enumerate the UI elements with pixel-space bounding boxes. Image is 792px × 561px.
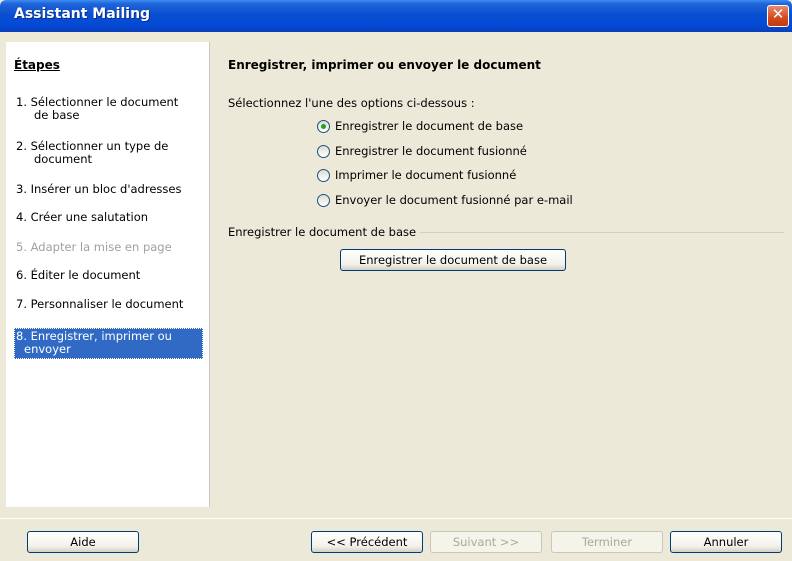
footer-divider <box>0 518 792 519</box>
step-label-cont: de base <box>34 108 80 122</box>
steps-panel: Étapes 1. Sélectionner le document de ba… <box>6 42 210 507</box>
page-title: Enregistrer, imprimer ou envoyer le docu… <box>228 58 541 72</box>
step-insert-address-block[interactable]: 3. Insérer un bloc d'adresses <box>16 183 202 196</box>
save-base-document-button[interactable]: Enregistrer le document de base <box>340 249 566 271</box>
step-select-document-type[interactable]: 2. Sélectionner un type de document <box>16 140 202 166</box>
close-icon: ✕ <box>771 5 785 23</box>
step-personalize-document[interactable]: 7. Personnaliser le document <box>16 298 202 311</box>
radio-icon[interactable] <box>317 194 330 207</box>
close-button[interactable]: ✕ <box>767 5 789 27</box>
mailing-wizard-window: Assistant Mailing ✕ Étapes 1. Sélectionn… <box>0 0 792 561</box>
step-label-cont: envoyer <box>24 342 71 356</box>
help-button[interactable]: Aide <box>27 531 139 553</box>
previous-button[interactable]: << Précédent <box>311 531 423 553</box>
window-title: Assistant Mailing <box>14 6 151 22</box>
radio-selected-icon[interactable] <box>317 120 330 133</box>
next-button: Suivant >> <box>430 531 542 553</box>
cancel-button[interactable]: Annuler <box>670 531 782 553</box>
finish-button: Terminer <box>551 531 663 553</box>
step-edit-document[interactable]: 6. Éditer le document <box>16 269 202 282</box>
step-create-salutation[interactable]: 4. Créer une salutation <box>16 211 202 224</box>
group-label: Enregistrer le document de base <box>228 225 421 239</box>
radio-icon[interactable] <box>317 145 330 158</box>
main-panel: Enregistrer, imprimer ou envoyer le docu… <box>210 42 792 507</box>
steps-heading: Étapes <box>14 58 60 72</box>
step-adjust-layout: 5. Adapter la mise en page <box>16 240 172 254</box>
step-label-cont: document <box>34 152 93 166</box>
radio-icon[interactable] <box>317 169 330 182</box>
step-select-base-document[interactable]: 1. Sélectionner le document de base <box>16 96 202 122</box>
title-bar[interactable]: Assistant Mailing ✕ <box>0 0 792 32</box>
step-save-print-send[interactable]: 8. Enregistrer, imprimer ou envoyer <box>14 328 203 359</box>
options-prompt: Sélectionnez l'une des options ci-dessou… <box>228 96 475 110</box>
